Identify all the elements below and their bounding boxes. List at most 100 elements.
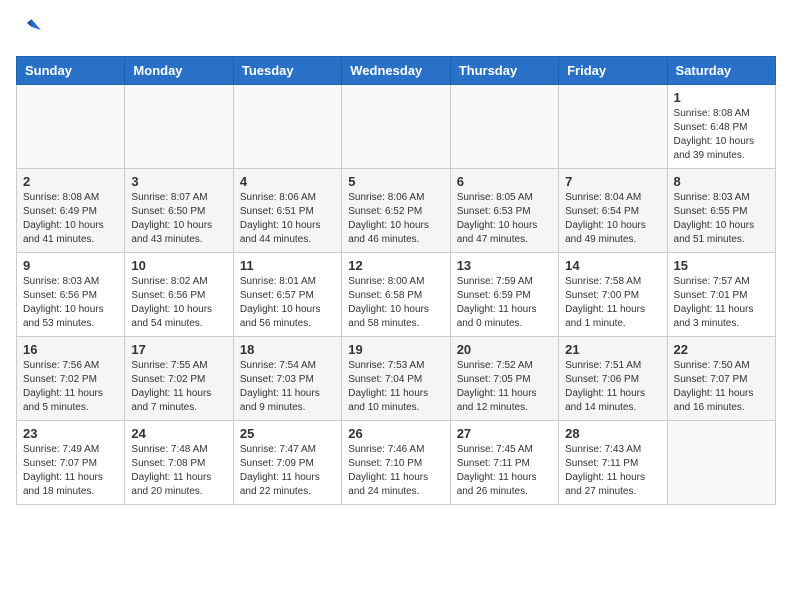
day-info: Sunrise: 7:57 AM Sunset: 7:01 PM Dayligh…	[674, 275, 769, 331]
calendar-day: 9 Sunrise: 8:03 AM Sunset: 6:56 PM Daylig…	[17, 253, 125, 337]
day-number: 3	[131, 174, 226, 189]
day-number: 22	[674, 342, 769, 357]
calendar-day: 15 Sunrise: 7:57 AM Sunset: 7:01 PM Dayli…	[667, 253, 775, 337]
calendar-day: 2 Sunrise: 8:08 AM Sunset: 6:49 PM Daylig…	[17, 169, 125, 253]
day-number: 28	[565, 426, 660, 441]
calendar-day: 4 Sunrise: 8:06 AM Sunset: 6:51 PM Daylig…	[233, 169, 341, 253]
calendar-day: 25Sunrise: 7:47 AM Sunset: 7:09 PM Dayli…	[233, 421, 341, 505]
col-header-monday: Monday	[125, 57, 233, 85]
day-info: Sunrise: 8:04 AM Sunset: 6:54 PM Dayligh…	[565, 191, 660, 247]
day-number: 15	[674, 258, 769, 273]
calendar-week-5: 23 Sunrise: 7:49 AM Sunset: 7:07 PM Dayli…	[17, 421, 776, 505]
col-header-friday: Friday	[559, 57, 667, 85]
calendar-day: 26Sunrise: 7:46 AM Sunset: 7:10 PM Dayli…	[342, 421, 450, 505]
calendar-week-2: 2 Sunrise: 8:08 AM Sunset: 6:49 PM Daylig…	[17, 169, 776, 253]
col-header-thursday: Thursday	[450, 57, 558, 85]
day-info: Sunrise: 7:51 AM Sunset: 7:06 PM Dayligh…	[565, 359, 660, 415]
calendar-day	[450, 85, 558, 169]
calendar-header-row: SundayMondayTuesdayWednesdayThursdayFrid…	[17, 57, 776, 85]
calendar-day: 18 Sunrise: 7:54 AM Sunset: 7:03 PM Dayli…	[233, 337, 341, 421]
day-number: 11	[240, 258, 335, 273]
calendar-day: 19Sunrise: 7:53 AM Sunset: 7:04 PM Dayli…	[342, 337, 450, 421]
calendar-day: 23 Sunrise: 7:49 AM Sunset: 7:07 PM Dayli…	[17, 421, 125, 505]
calendar-day: 13 Sunrise: 7:59 AM Sunset: 6:59 PM Dayli…	[450, 253, 558, 337]
calendar-day	[667, 421, 775, 505]
day-info: Sunrise: 7:56 AM Sunset: 7:02 PM Dayligh…	[23, 359, 118, 415]
day-number: 20	[457, 342, 552, 357]
day-info: Sunrise: 8:08 AM Sunset: 6:49 PM Dayligh…	[23, 191, 118, 247]
calendar-day: 7 Sunrise: 8:04 AM Sunset: 6:54 PM Daylig…	[559, 169, 667, 253]
day-number: 24	[131, 426, 226, 441]
calendar-day: 22 Sunrise: 7:50 AM Sunset: 7:07 PM Dayli…	[667, 337, 775, 421]
day-info: Sunrise: 8:06 AM Sunset: 6:52 PM Dayligh…	[348, 191, 443, 247]
calendar-day: 11 Sunrise: 8:01 AM Sunset: 6:57 PM Dayli…	[233, 253, 341, 337]
day-number: 8	[674, 174, 769, 189]
day-number: 1	[674, 90, 769, 105]
calendar-day: 3 Sunrise: 8:07 AM Sunset: 6:50 PM Daylig…	[125, 169, 233, 253]
col-header-wednesday: Wednesday	[342, 57, 450, 85]
day-number: 16	[23, 342, 118, 357]
day-info: Sunrise: 8:00 AM Sunset: 6:58 PM Dayligh…	[348, 275, 443, 331]
calendar-day: 20 Sunrise: 7:52 AM Sunset: 7:05 PM Dayli…	[450, 337, 558, 421]
calendar-day: 16 Sunrise: 7:56 AM Sunset: 7:02 PM Dayli…	[17, 337, 125, 421]
day-info: Sunrise: 7:45 AM Sunset: 7:11 PM Dayligh…	[457, 443, 552, 499]
col-header-sunday: Sunday	[17, 57, 125, 85]
day-info: Sunrise: 7:50 AM Sunset: 7:07 PM Dayligh…	[674, 359, 769, 415]
day-info: Sunrise: 7:43 AM Sunset: 7:11 PM Dayligh…	[565, 443, 660, 499]
day-info: Sunrise: 7:59 AM Sunset: 6:59 PM Dayligh…	[457, 275, 552, 331]
day-number: 5	[348, 174, 443, 189]
calendar-day	[233, 85, 341, 169]
day-number: 19	[348, 342, 443, 357]
day-info: Sunrise: 7:49 AM Sunset: 7:07 PM Dayligh…	[23, 443, 118, 499]
day-number: 6	[457, 174, 552, 189]
col-header-saturday: Saturday	[667, 57, 775, 85]
day-info: Sunrise: 8:02 AM Sunset: 6:56 PM Dayligh…	[131, 275, 226, 331]
calendar-week-3: 9 Sunrise: 8:03 AM Sunset: 6:56 PM Daylig…	[17, 253, 776, 337]
day-info: Sunrise: 7:55 AM Sunset: 7:02 PM Dayligh…	[131, 359, 226, 415]
day-number: 2	[23, 174, 118, 189]
day-info: Sunrise: 8:08 AM Sunset: 6:48 PM Dayligh…	[674, 107, 769, 163]
calendar-day: 8Sunrise: 8:03 AM Sunset: 6:55 PM Daylig…	[667, 169, 775, 253]
day-number: 12	[348, 258, 443, 273]
calendar-day: 27 Sunrise: 7:45 AM Sunset: 7:11 PM Dayli…	[450, 421, 558, 505]
day-number: 27	[457, 426, 552, 441]
calendar-week-4: 16 Sunrise: 7:56 AM Sunset: 7:02 PM Dayli…	[17, 337, 776, 421]
calendar-day: 12 Sunrise: 8:00 AM Sunset: 6:58 PM Dayli…	[342, 253, 450, 337]
calendar-day	[342, 85, 450, 169]
day-number: 26	[348, 426, 443, 441]
calendar-day: 21 Sunrise: 7:51 AM Sunset: 7:06 PM Dayli…	[559, 337, 667, 421]
day-info: Sunrise: 8:06 AM Sunset: 6:51 PM Dayligh…	[240, 191, 335, 247]
calendar-day	[559, 85, 667, 169]
calendar-day: 24 Sunrise: 7:48 AM Sunset: 7:08 PM Dayli…	[125, 421, 233, 505]
day-number: 10	[131, 258, 226, 273]
calendar-day: 6Sunrise: 8:05 AM Sunset: 6:53 PM Daylig…	[450, 169, 558, 253]
day-info: Sunrise: 7:54 AM Sunset: 7:03 PM Dayligh…	[240, 359, 335, 415]
day-number: 21	[565, 342, 660, 357]
day-info: Sunrise: 8:03 AM Sunset: 6:56 PM Dayligh…	[23, 275, 118, 331]
day-info: Sunrise: 7:52 AM Sunset: 7:05 PM Dayligh…	[457, 359, 552, 415]
day-number: 18	[240, 342, 335, 357]
day-info: Sunrise: 8:01 AM Sunset: 6:57 PM Dayligh…	[240, 275, 335, 331]
calendar-day: 1 Sunrise: 8:08 AM Sunset: 6:48 PM Daylig…	[667, 85, 775, 169]
calendar-day: 28 Sunrise: 7:43 AM Sunset: 7:11 PM Dayli…	[559, 421, 667, 505]
page-header	[16, 16, 776, 44]
day-info: Sunrise: 7:48 AM Sunset: 7:08 PM Dayligh…	[131, 443, 226, 499]
calendar-day: 17 Sunrise: 7:55 AM Sunset: 7:02 PM Dayli…	[125, 337, 233, 421]
day-info: Sunrise: 7:47 AM Sunset: 7:09 PM Dayligh…	[240, 443, 335, 499]
day-number: 7	[565, 174, 660, 189]
calendar-table: SundayMondayTuesdayWednesdayThursdayFrid…	[16, 56, 776, 505]
logo-icon	[16, 16, 44, 44]
day-info: Sunrise: 8:07 AM Sunset: 6:50 PM Dayligh…	[131, 191, 226, 247]
calendar-day: 5 Sunrise: 8:06 AM Sunset: 6:52 PM Daylig…	[342, 169, 450, 253]
day-number: 9	[23, 258, 118, 273]
logo	[16, 16, 48, 44]
day-number: 23	[23, 426, 118, 441]
calendar-day: 10 Sunrise: 8:02 AM Sunset: 6:56 PM Dayli…	[125, 253, 233, 337]
calendar-week-1: 1 Sunrise: 8:08 AM Sunset: 6:48 PM Daylig…	[17, 85, 776, 169]
day-number: 4	[240, 174, 335, 189]
calendar-day	[125, 85, 233, 169]
day-number: 13	[457, 258, 552, 273]
calendar-day	[17, 85, 125, 169]
calendar-day: 14Sunrise: 7:58 AM Sunset: 7:00 PM Dayli…	[559, 253, 667, 337]
day-number: 17	[131, 342, 226, 357]
